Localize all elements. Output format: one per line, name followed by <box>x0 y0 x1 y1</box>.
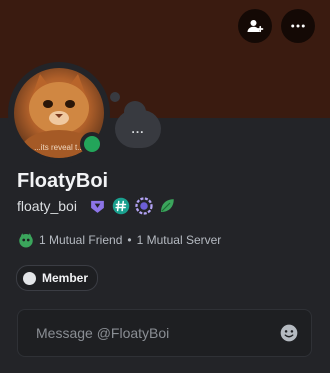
add-friend-button[interactable] <box>238 9 272 43</box>
thought-bubble-small <box>110 92 120 102</box>
role-color-icon <box>23 271 36 285</box>
mutual-friends-link[interactable]: 1 Mutual Friend <box>39 233 122 247</box>
leaf-badge-icon[interactable] <box>158 197 176 215</box>
boost-badge-icon[interactable] <box>135 197 153 215</box>
message-input[interactable] <box>34 324 279 342</box>
online-status-icon <box>84 136 100 152</box>
nitro-badge-icon[interactable] <box>89 197 107 215</box>
display-name: FloatyBoi <box>17 170 109 192</box>
profile-popout: ...its reveal t... ... FloatyBoi floaty_… <box>0 0 330 373</box>
message-box <box>17 309 312 357</box>
mutual-friend-avatar-icon <box>17 231 35 249</box>
mutuals-row: 1 Mutual Friend • 1 Mutual Server <box>17 231 221 249</box>
emoji-icon[interactable] <box>279 323 299 343</box>
mutual-servers-link[interactable]: 1 Mutual Server <box>137 233 222 247</box>
username-row: floaty_boi <box>17 196 181 216</box>
username: floaty_boi <box>17 198 77 214</box>
more-icon <box>291 24 305 28</box>
add-friend-icon <box>247 20 264 33</box>
more-options-button[interactable] <box>281 9 315 43</box>
role-chip-member[interactable]: Member <box>16 265 99 291</box>
hashtag-badge-icon[interactable] <box>112 197 130 215</box>
custom-status-bubble[interactable]: ... <box>115 110 161 148</box>
mutuals-separator: • <box>127 233 132 247</box>
role-label: Member <box>42 271 89 285</box>
